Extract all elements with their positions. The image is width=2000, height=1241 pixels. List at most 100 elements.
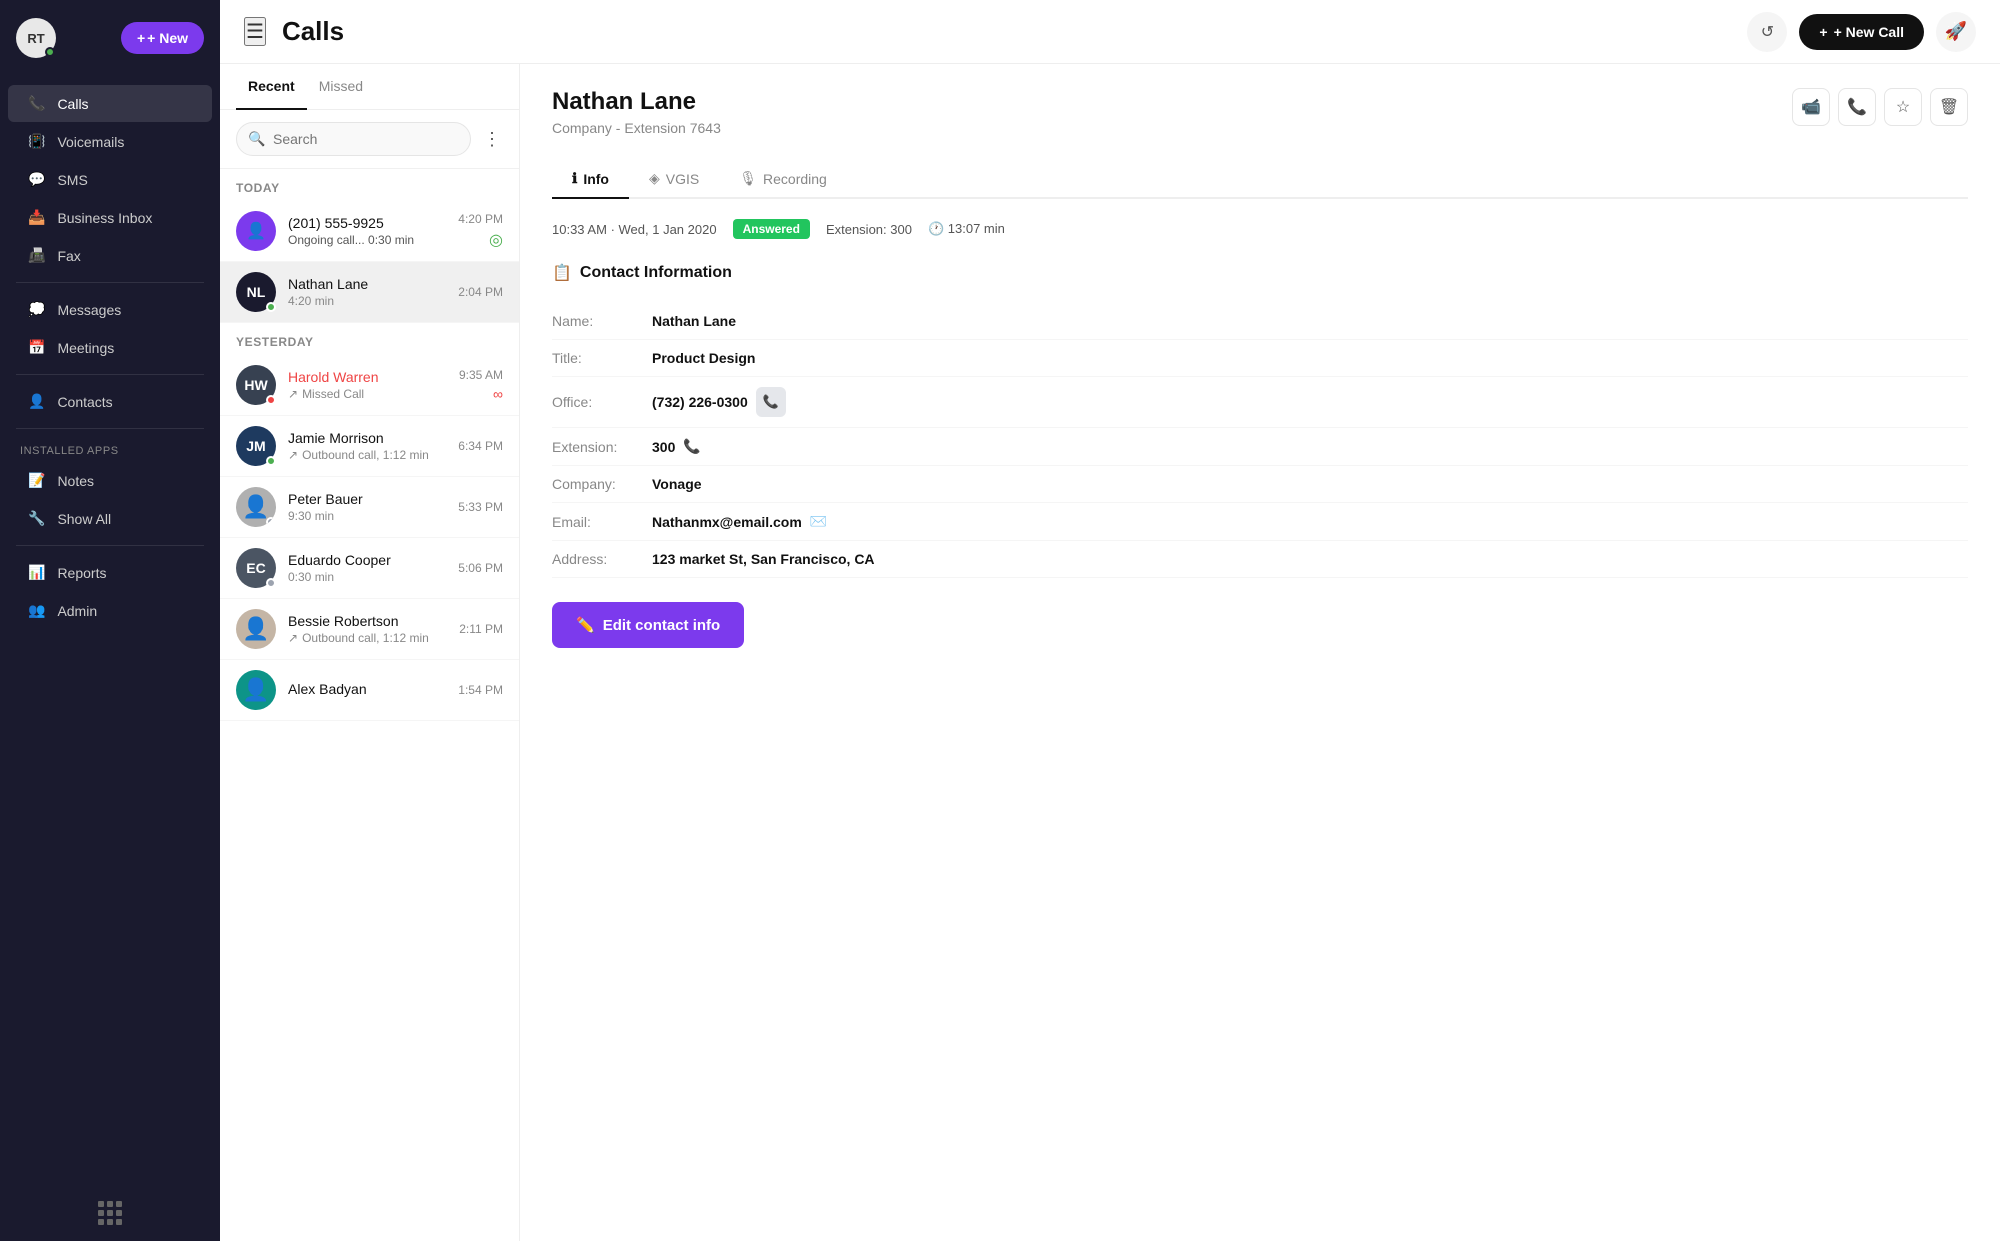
status-dot-green (266, 302, 276, 312)
search-icon: 🔍 (248, 131, 265, 148)
call-item[interactable]: JM Jamie Morrison ↗ Outbound call, 1:12 … (220, 416, 519, 477)
sidebar-item-contacts[interactable]: 👤 Contacts (8, 383, 212, 420)
contact-row-title: Title: Product Design (552, 340, 1968, 377)
search-wrap: 🔍 (236, 122, 471, 156)
extension-meta: Extension: 300 (826, 222, 912, 237)
call-time: 5:33 PM (458, 500, 503, 514)
online-status-dot (45, 47, 55, 57)
sidebar-item-show-all[interactable]: 🔧 Show All (8, 500, 212, 537)
initials-hw: HW (244, 377, 267, 393)
call-sub: 4:20 min (288, 294, 446, 308)
sidebar-bottom (0, 1185, 220, 1241)
menu-button[interactable]: ☰ (244, 17, 266, 46)
initials-nl: NL (247, 284, 266, 300)
delete-button[interactable]: 🗑 (1930, 88, 1968, 126)
tab-missed[interactable]: Missed (307, 64, 375, 110)
phone-detail-icon: 📞 (1847, 97, 1867, 117)
sidebar-item-sms[interactable]: 💬 SMS (8, 161, 212, 198)
content-area: Recent Missed 🔍 ⋮ TODAY 👤 (220, 64, 2000, 1241)
call-info: Bessie Robertson ↗ Outbound call, 1:12 m… (288, 613, 447, 645)
messages-icon: 💭 (28, 301, 45, 318)
call-item[interactable]: EC Eduardo Cooper 0:30 min 5:06 PM (220, 538, 519, 599)
star-button[interactable]: ☆ (1884, 88, 1922, 126)
ongoing-icon: ◎ (489, 230, 503, 250)
tab-info[interactable]: ℹ Info (552, 160, 629, 199)
detail-sub: Company - Extension 7643 (552, 120, 721, 136)
office-call-button[interactable]: 📞 (756, 387, 786, 417)
info-tab-icon: ℹ (572, 170, 577, 187)
email-icon: ✉️ (810, 513, 827, 530)
call-item[interactable]: HW Harold Warren ↗ Missed Call 9:35 AM ∞ (220, 355, 519, 416)
rocket-button[interactable]: 🚀 (1936, 12, 1976, 52)
sidebar-item-voicemails[interactable]: 📳 Voicemails (8, 123, 212, 160)
refresh-icon: ↺ (1761, 22, 1774, 42)
more-options-button[interactable]: ⋮ (479, 125, 505, 154)
tab-vgis[interactable]: ◈ VGIS (629, 160, 719, 199)
installed-apps-label: INSTALLED APPS (0, 437, 220, 461)
call-item[interactable]: 👤 (201) 555-9925 Ongoing call... 0:30 mi… (220, 201, 519, 262)
call-avatar: NL (236, 272, 276, 312)
call-sub: ↗ Missed Call (288, 387, 447, 401)
contact-label: Address: (552, 551, 652, 567)
page-title: Calls (282, 16, 344, 47)
call-sub: Ongoing call... 0:30 min (288, 233, 446, 247)
sidebar-item-reports[interactable]: 📊 Reports (8, 554, 212, 591)
star-icon: ☆ (1896, 97, 1910, 117)
call-time: 6:34 PM (458, 439, 503, 453)
call-avatar: EC (236, 548, 276, 588)
initials-jm: JM (246, 438, 265, 454)
sidebar-item-notes[interactable]: 📝 Notes (8, 462, 212, 499)
tab-recent[interactable]: Recent (236, 64, 307, 110)
sidebar-item-calls[interactable]: 📞 Calls (8, 85, 212, 122)
call-time-meta: 10:33 AM · Wed, 1 Jan 2020 (552, 222, 717, 237)
status-dot-green2 (266, 456, 276, 466)
sidebar-item-messages[interactable]: 💭 Messages (8, 291, 212, 328)
contact-label: Extension: (552, 439, 652, 455)
contact-value: 300 (652, 439, 675, 455)
contact-value: Nathanmx@email.com (652, 514, 802, 530)
section-label-yesterday: YESTERDAY (220, 323, 519, 355)
call-sub: ↗ Outbound call, 1:12 min (288, 631, 447, 645)
call-item[interactable]: NL Nathan Lane 4:20 min 2:04 PM (220, 262, 519, 323)
status-dot-gray2 (266, 578, 276, 588)
new-button[interactable]: + + New (121, 22, 204, 54)
photo-avatar-pb: 👤 (242, 494, 269, 520)
edit-contact-button[interactable]: ✏️ Edit contact info (552, 602, 744, 648)
contacts-icon: 👤 (28, 393, 45, 410)
status-dot-red (266, 395, 276, 405)
contact-value: Product Design (652, 350, 1968, 366)
search-input[interactable] (236, 122, 471, 156)
video-call-button[interactable]: 📹 (1792, 88, 1830, 126)
sidebar-divider-2 (16, 374, 204, 375)
call-item[interactable]: 👤 Peter Bauer 9:30 min 5:33 PM (220, 477, 519, 538)
call-item[interactable]: 👤 Bessie Robertson ↗ Outbound call, 1:12… (220, 599, 519, 660)
answered-badge: Answered (733, 219, 810, 239)
sidebar-item-meetings[interactable]: 📅 Meetings (8, 329, 212, 366)
sidebar-item-admin[interactable]: 👥 Admin (8, 592, 212, 629)
reports-icon: 📊 (28, 564, 45, 581)
sidebar-item-fax[interactable]: 📠 Fax (8, 237, 212, 274)
missed-arrow-icon: ↗ (288, 387, 298, 401)
calls-panel: Recent Missed 🔍 ⋮ TODAY 👤 (220, 64, 520, 1241)
new-call-button[interactable]: + + New Call (1799, 14, 1924, 50)
call-info: Jamie Morrison ↗ Outbound call, 1:12 min (288, 430, 446, 462)
sidebar-item-business-inbox[interactable]: 📥 Business Inbox (8, 199, 212, 236)
edit-icon: ✏️ (576, 616, 595, 634)
call-item[interactable]: 👤 Alex Badyan 1:54 PM (220, 660, 519, 721)
sidebar-divider-4 (16, 545, 204, 546)
contact-value-action: Nathanmx@email.com ✉️ (652, 513, 827, 530)
inbox-icon: 📥 (28, 209, 45, 226)
vgis-tab-icon: ◈ (649, 170, 660, 187)
refresh-button[interactable]: ↺ (1747, 12, 1787, 52)
tab-recording[interactable]: 🎙 Recording (719, 160, 847, 199)
call-button[interactable]: 📞 (1838, 88, 1876, 126)
call-name-missed: Harold Warren (288, 369, 447, 385)
contact-value: Nathan Lane (652, 313, 1968, 329)
contact-label: Name: (552, 313, 652, 329)
contact-label: Title: (552, 350, 652, 366)
call-time: 5:06 PM (458, 561, 503, 575)
detail-tabs: ℹ Info ◈ VGIS 🎙 Recording (552, 160, 1968, 199)
call-info: Harold Warren ↗ Missed Call (288, 369, 447, 401)
topbar-right: ↺ + + New Call 🚀 (1747, 12, 1976, 52)
call-name: Jamie Morrison (288, 430, 446, 446)
